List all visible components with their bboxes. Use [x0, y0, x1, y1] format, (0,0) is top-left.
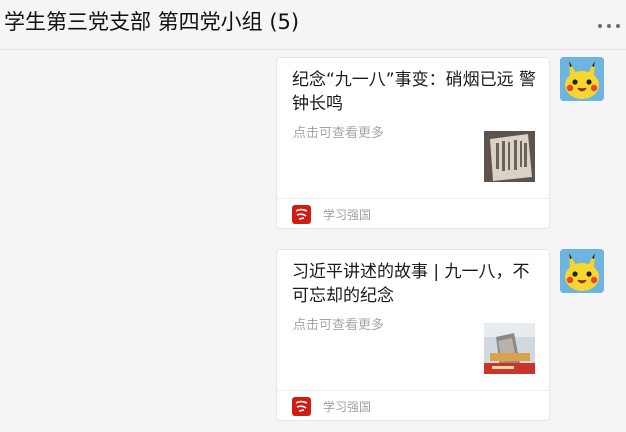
article-title: 习近平讲述的故事 | 九一八，不可忘却的纪念	[292, 262, 530, 306]
article-thumbnail	[484, 131, 535, 182]
xuexi-logo-icon	[292, 205, 311, 224]
card-footer: 学习强国	[277, 198, 549, 228]
chat-header: 学生第三党支部 第四党小组 (5)	[0, 0, 626, 50]
pikachu-avatar-icon[interactable]	[560, 249, 604, 293]
article-description: 点击可查看更多	[293, 126, 385, 141]
chat-title: 学生第三党支部 第四党小组 (5)	[4, 10, 300, 34]
xuexi-logo-icon	[292, 397, 311, 416]
more-dots-icon[interactable]	[598, 20, 620, 32]
article-description: 点击可查看更多	[293, 318, 385, 333]
article-title: 纪念“九一八”事变：硝烟已远 警钟长鸣	[292, 70, 537, 114]
article-card[interactable]: 习近平讲述的故事 | 九一八，不可忘却的纪念 点击可查看更多 学习强国	[276, 249, 550, 421]
article-card[interactable]: 纪念“九一八”事变：硝烟已远 警钟长鸣 点击可查看更多 学习强国	[276, 57, 550, 229]
card-footer: 学习强国	[277, 390, 549, 420]
source-name: 学习强国	[323, 208, 372, 222]
article-thumbnail	[484, 323, 535, 374]
source-name: 学习强国	[323, 400, 372, 414]
pikachu-avatar-icon[interactable]	[560, 57, 604, 101]
